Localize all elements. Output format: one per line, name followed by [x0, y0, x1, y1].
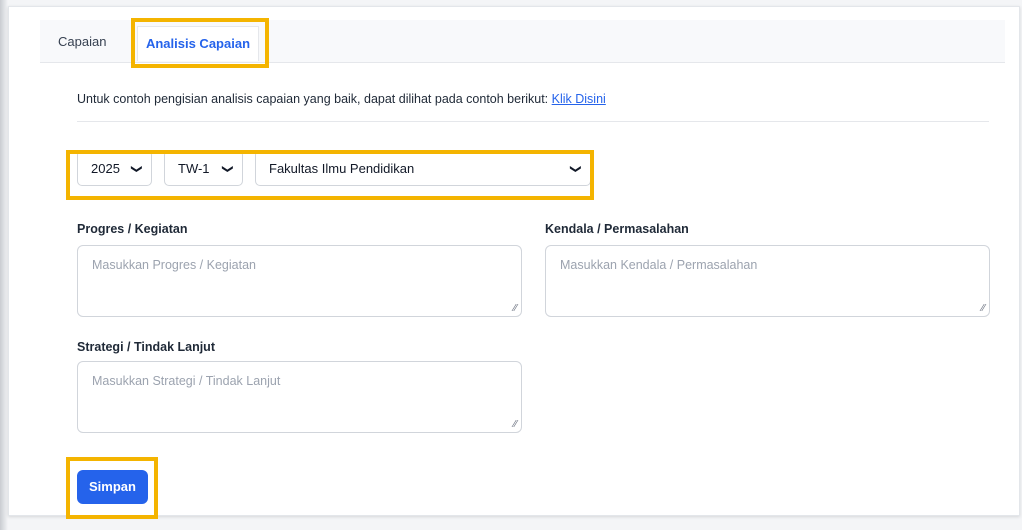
tab-capaian[interactable]: Capaian [58, 28, 106, 56]
example-link[interactable]: Klik Disini [552, 92, 606, 106]
info-message: Untuk contoh pengisian analisis capaian … [77, 92, 552, 106]
window-shadow [0, 0, 8, 530]
progres-textarea[interactable]: Masukkan Progres / Kegiatan ⁄⁄ [77, 245, 522, 317]
kendala-textarea[interactable]: Masukkan Kendala / Permasalahan ⁄⁄ [545, 245, 990, 317]
resize-handle-icon[interactable]: ⁄⁄ [514, 303, 517, 314]
year-select[interactable]: 2025 ❯ [77, 150, 152, 186]
period-value: TW-1 [178, 161, 210, 176]
strategi-label: Strategi / Tindak Lanjut [77, 340, 215, 354]
faculty-value: Fakultas Ilmu Pendidikan [269, 161, 415, 176]
faculty-select[interactable]: Fakultas Ilmu Pendidikan ❯ [255, 150, 591, 186]
tab-bar: Capaian Analisis Capaian [40, 20, 1005, 63]
strategi-textarea[interactable]: Masukkan Strategi / Tindak Lanjut ⁄⁄ [77, 361, 522, 433]
kendala-placeholder: Masukkan Kendala / Permasalahan [560, 258, 758, 272]
chevron-down-icon: ❯ [130, 164, 143, 174]
progres-placeholder: Masukkan Progres / Kegiatan [92, 258, 256, 272]
resize-handle-icon[interactable]: ⁄⁄ [982, 303, 985, 314]
save-button[interactable]: Simpan [77, 470, 148, 504]
chevron-down-icon: ❯ [569, 164, 582, 174]
divider [77, 121, 989, 122]
kendala-label: Kendala / Permasalahan [545, 222, 689, 236]
tab-analisis-capaian[interactable]: Analisis Capaian [137, 26, 259, 61]
period-select[interactable]: TW-1 ❯ [164, 150, 243, 186]
resize-handle-icon[interactable]: ⁄⁄ [514, 419, 517, 430]
progres-label: Progres / Kegiatan [77, 222, 188, 236]
strategi-placeholder: Masukkan Strategi / Tindak Lanjut [92, 374, 281, 388]
chevron-down-icon: ❯ [221, 164, 234, 174]
info-text: Untuk contoh pengisian analisis capaian … [77, 92, 606, 106]
year-value: 2025 [91, 161, 120, 176]
